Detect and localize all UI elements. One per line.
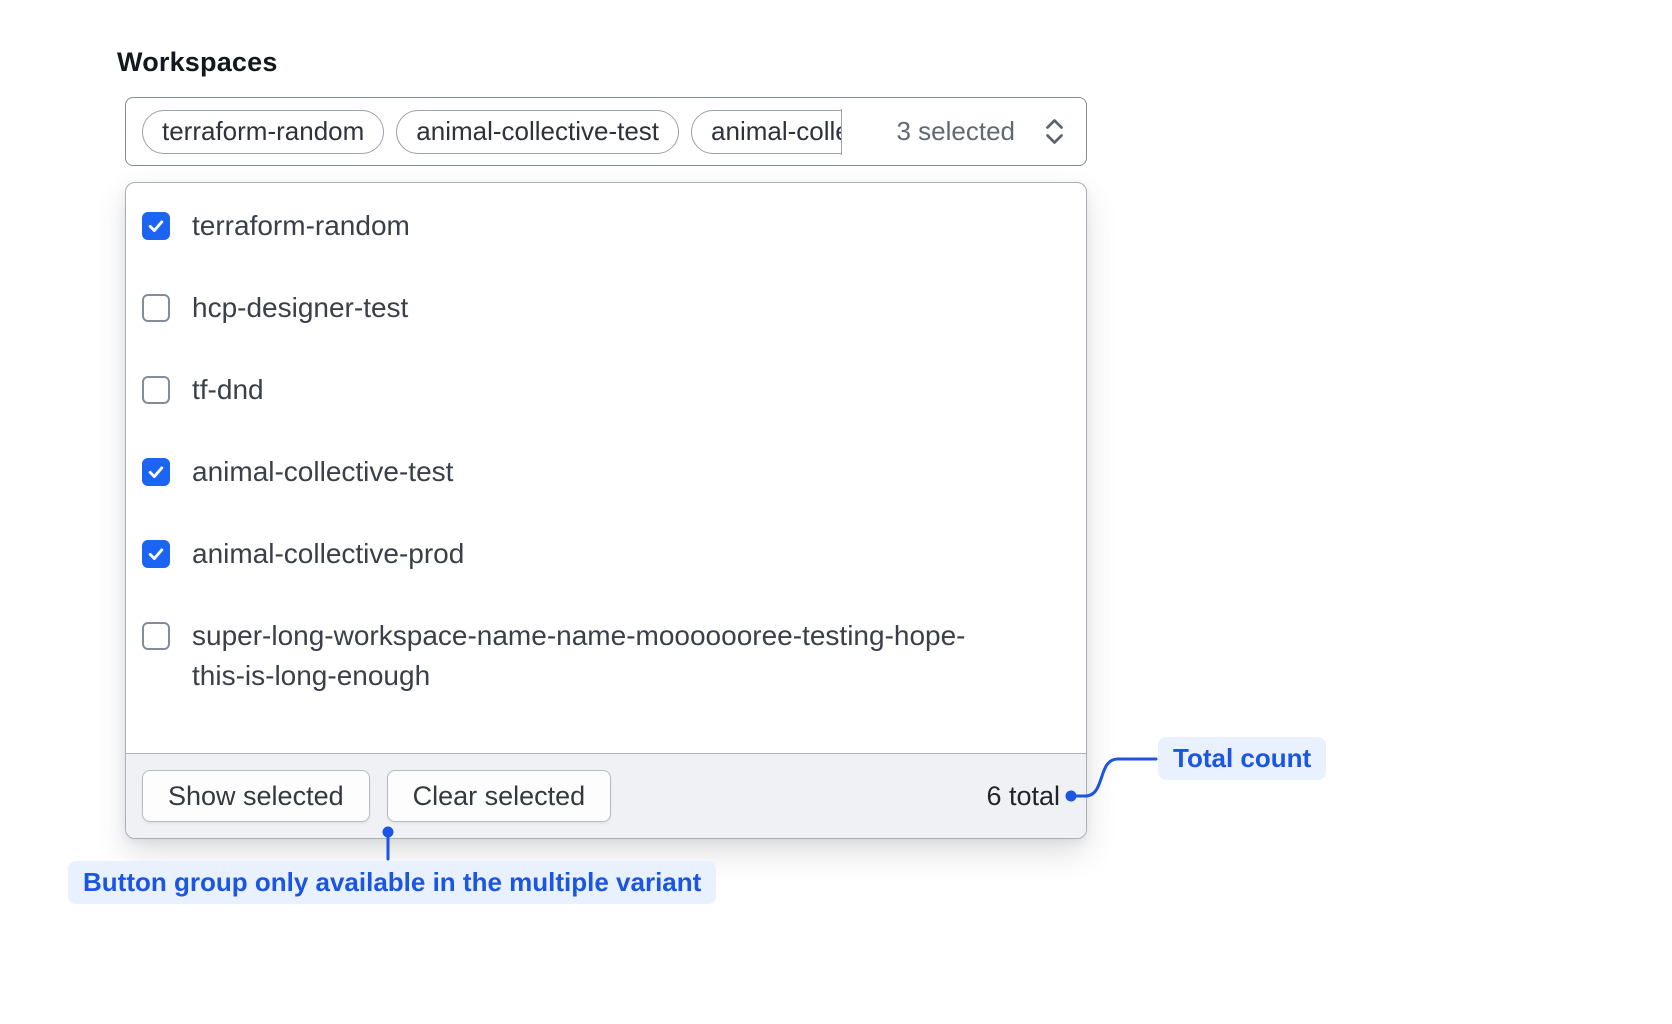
- option-label: super-long-workspace-name-name-moooooore…: [192, 616, 992, 696]
- checkbox[interactable]: [142, 540, 170, 568]
- checkbox[interactable]: [142, 212, 170, 240]
- multiselect-trigger[interactable]: terraform-random animal-collective-test …: [125, 97, 1087, 166]
- listbox-option[interactable]: super-long-workspace-name-name-moooooore…: [126, 595, 1086, 717]
- option-label: animal-collective-prod: [192, 534, 464, 574]
- annotation-button-group: Button group only available in the multi…: [68, 861, 716, 904]
- option-label: animal-collective-test: [192, 452, 453, 492]
- page: Workspaces terraform-random animal-colle…: [0, 0, 1672, 1024]
- checkbox[interactable]: [142, 458, 170, 486]
- field-label: Workspaces: [117, 47, 278, 78]
- checkbox[interactable]: [142, 294, 170, 322]
- check-icon: [146, 216, 166, 236]
- check-icon: [146, 462, 166, 482]
- listbox-option[interactable]: animal-collective-prod: [126, 513, 1086, 595]
- selected-pill: terraform-random: [142, 110, 384, 154]
- selected-pill-clipped: animal-collective-prod: [691, 109, 842, 155]
- checkbox[interactable]: [142, 376, 170, 404]
- option-label: hcp-designer-test: [192, 288, 408, 328]
- selected-pill: animal-collective-prod: [691, 110, 842, 154]
- selected-count: 3 selected: [896, 116, 1015, 147]
- option-label: terraform-random: [192, 206, 410, 246]
- listbox-option[interactable]: hcp-designer-test: [126, 267, 1086, 349]
- check-icon: [146, 544, 166, 564]
- option-label: tf-dnd: [192, 370, 264, 410]
- dropdown-footer: Show selected Clear selected 6 total: [126, 753, 1086, 838]
- total-count: 6 total: [986, 781, 1060, 812]
- listbox: terraform-random hcp-designer-test tf-dn…: [126, 183, 1086, 753]
- annotation-total-count: Total count: [1158, 737, 1326, 780]
- listbox-option[interactable]: terraform-random: [126, 185, 1086, 267]
- selected-pill: animal-collective-test: [396, 110, 679, 154]
- listbox-option[interactable]: tf-dnd: [126, 349, 1086, 431]
- dropdown-panel: terraform-random hcp-designer-test tf-dn…: [125, 182, 1087, 839]
- show-selected-button[interactable]: Show selected: [142, 770, 370, 822]
- chevron-up-down-icon: [1041, 116, 1068, 147]
- checkbox[interactable]: [142, 622, 170, 650]
- clear-selected-button[interactable]: Clear selected: [387, 770, 612, 822]
- listbox-option[interactable]: animal-collective-test: [126, 431, 1086, 513]
